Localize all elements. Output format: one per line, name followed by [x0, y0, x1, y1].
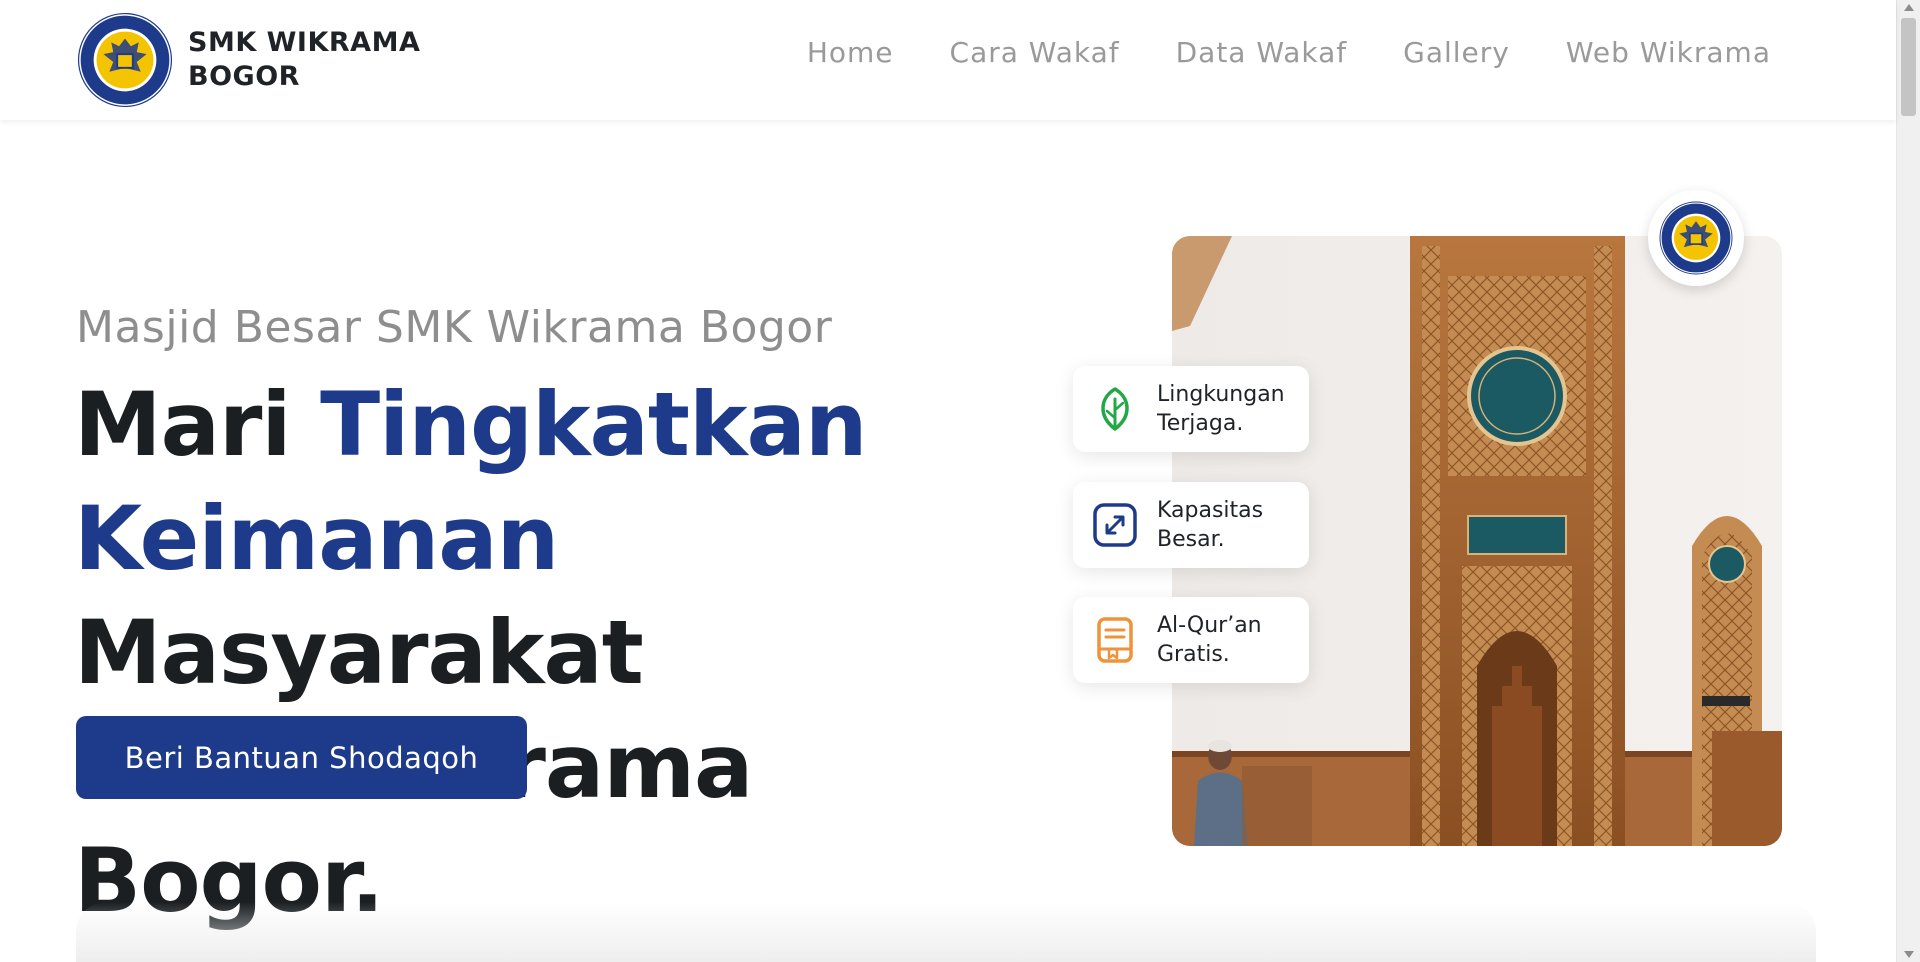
nav-data-wakaf[interactable]: Data Wakaf — [1176, 36, 1348, 69]
leaf-icon — [1091, 385, 1139, 433]
scroll-down-arrow-icon[interactable] — [1904, 951, 1914, 958]
scrollbar-thumb[interactable] — [1901, 18, 1916, 116]
nav-web-wikrama[interactable]: Web Wikrama — [1566, 36, 1771, 69]
hero-subtitle: Masjid Besar SMK Wikrama Bogor — [76, 302, 833, 353]
expand-icon — [1091, 501, 1139, 549]
photo-crest-badge — [1648, 190, 1744, 286]
feature-card-quran: Al-Qur’an Gratis. — [1073, 597, 1309, 683]
book-icon — [1091, 616, 1139, 664]
headline-accent2: Keimanan — [74, 487, 559, 590]
school-crest-icon — [1659, 201, 1733, 275]
page-scrollbar[interactable] — [1896, 0, 1920, 962]
school-crest-icon — [77, 12, 173, 108]
site-header: SMK WIKRAMA BOGOR Home Cara Wakaf Data W… — [0, 0, 1896, 120]
landing-page: SMK WIKRAMA BOGOR Home Cara Wakaf Data W… — [0, 0, 1920, 962]
scroll-up-arrow-icon[interactable] — [1904, 4, 1914, 11]
feature-text: Kapasitas Besar. — [1157, 496, 1263, 554]
feature-line2: Terjaga. — [1157, 411, 1244, 436]
feature-card-capacity: Kapasitas Besar. — [1073, 482, 1309, 568]
nav-home[interactable]: Home — [807, 36, 894, 69]
feature-card-environment: Lingkungan Terjaga. — [1073, 366, 1309, 452]
feature-line1: Lingkungan — [1157, 382, 1285, 407]
headline-accent1: Tingkatkan — [320, 373, 867, 476]
brand-name: SMK WIKRAMA BOGOR — [188, 26, 420, 94]
nav-cara-wakaf[interactable]: Cara Wakaf — [950, 36, 1120, 69]
feature-line2: Gratis. — [1157, 642, 1230, 667]
feature-line2: Besar. — [1157, 527, 1225, 552]
headline-part1: Mari — [74, 373, 321, 476]
feature-text: Al-Qur’an Gratis. — [1157, 611, 1262, 669]
feature-line1: Kapasitas — [1157, 498, 1264, 523]
brand-name-line1: SMK WIKRAMA — [188, 27, 421, 58]
feature-text: Lingkungan Terjaga. — [1157, 380, 1285, 438]
hero-headline: Mari Tingkatkan Keimanan Masyarakat SMK … — [74, 368, 1034, 938]
brand[interactable]: SMK WIKRAMA BOGOR — [76, 11, 420, 109]
main-nav: Home Cara Wakaf Data Wakaf Gallery Web W… — [807, 36, 1771, 69]
next-section-edge — [76, 902, 1816, 962]
donate-button[interactable]: Beri Bantuan Shodaqoh — [76, 716, 527, 799]
feature-line1: Al-Qur’an — [1157, 613, 1262, 638]
brand-name-line2: BOGOR — [188, 61, 300, 92]
nav-gallery[interactable]: Gallery — [1403, 36, 1510, 69]
headline-part2: Masyarakat — [74, 601, 644, 704]
